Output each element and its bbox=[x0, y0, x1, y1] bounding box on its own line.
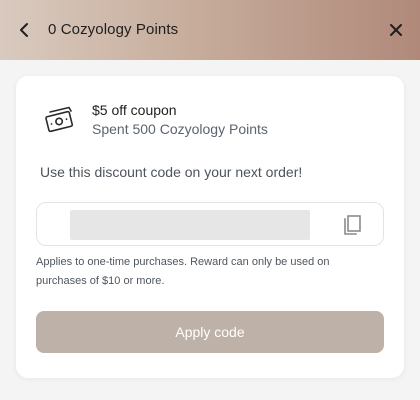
discount-instruction: Use this discount code on your next orde… bbox=[40, 164, 303, 180]
apply-code-button[interactable]: Apply code bbox=[36, 311, 384, 353]
copy-icon bbox=[344, 215, 361, 235]
coupon-title: $5 off coupon bbox=[92, 102, 177, 118]
reward-card: $5 off coupon Spent 500 Cozyology Points… bbox=[16, 76, 404, 378]
back-button[interactable] bbox=[14, 18, 34, 42]
chevron-left-icon bbox=[20, 23, 28, 37]
header-bar: 0 Cozyology Points bbox=[0, 0, 420, 60]
rewards-widget: 0 Cozyology Points $5 off coupon Spent 5… bbox=[0, 0, 420, 400]
close-icon bbox=[390, 24, 402, 36]
reward-terms: Applies to one-time purchases. Reward ca… bbox=[36, 256, 330, 287]
discount-code-field[interactable] bbox=[36, 202, 384, 246]
page-title: 0 Cozyology Points bbox=[48, 21, 179, 38]
coupon-points-spent: Spent 500 Cozyology Points bbox=[92, 121, 268, 137]
copy-code-button[interactable] bbox=[341, 213, 363, 237]
discount-code-placeholder bbox=[70, 210, 310, 240]
close-button[interactable] bbox=[384, 18, 408, 42]
cash-bill-icon bbox=[45, 106, 74, 133]
